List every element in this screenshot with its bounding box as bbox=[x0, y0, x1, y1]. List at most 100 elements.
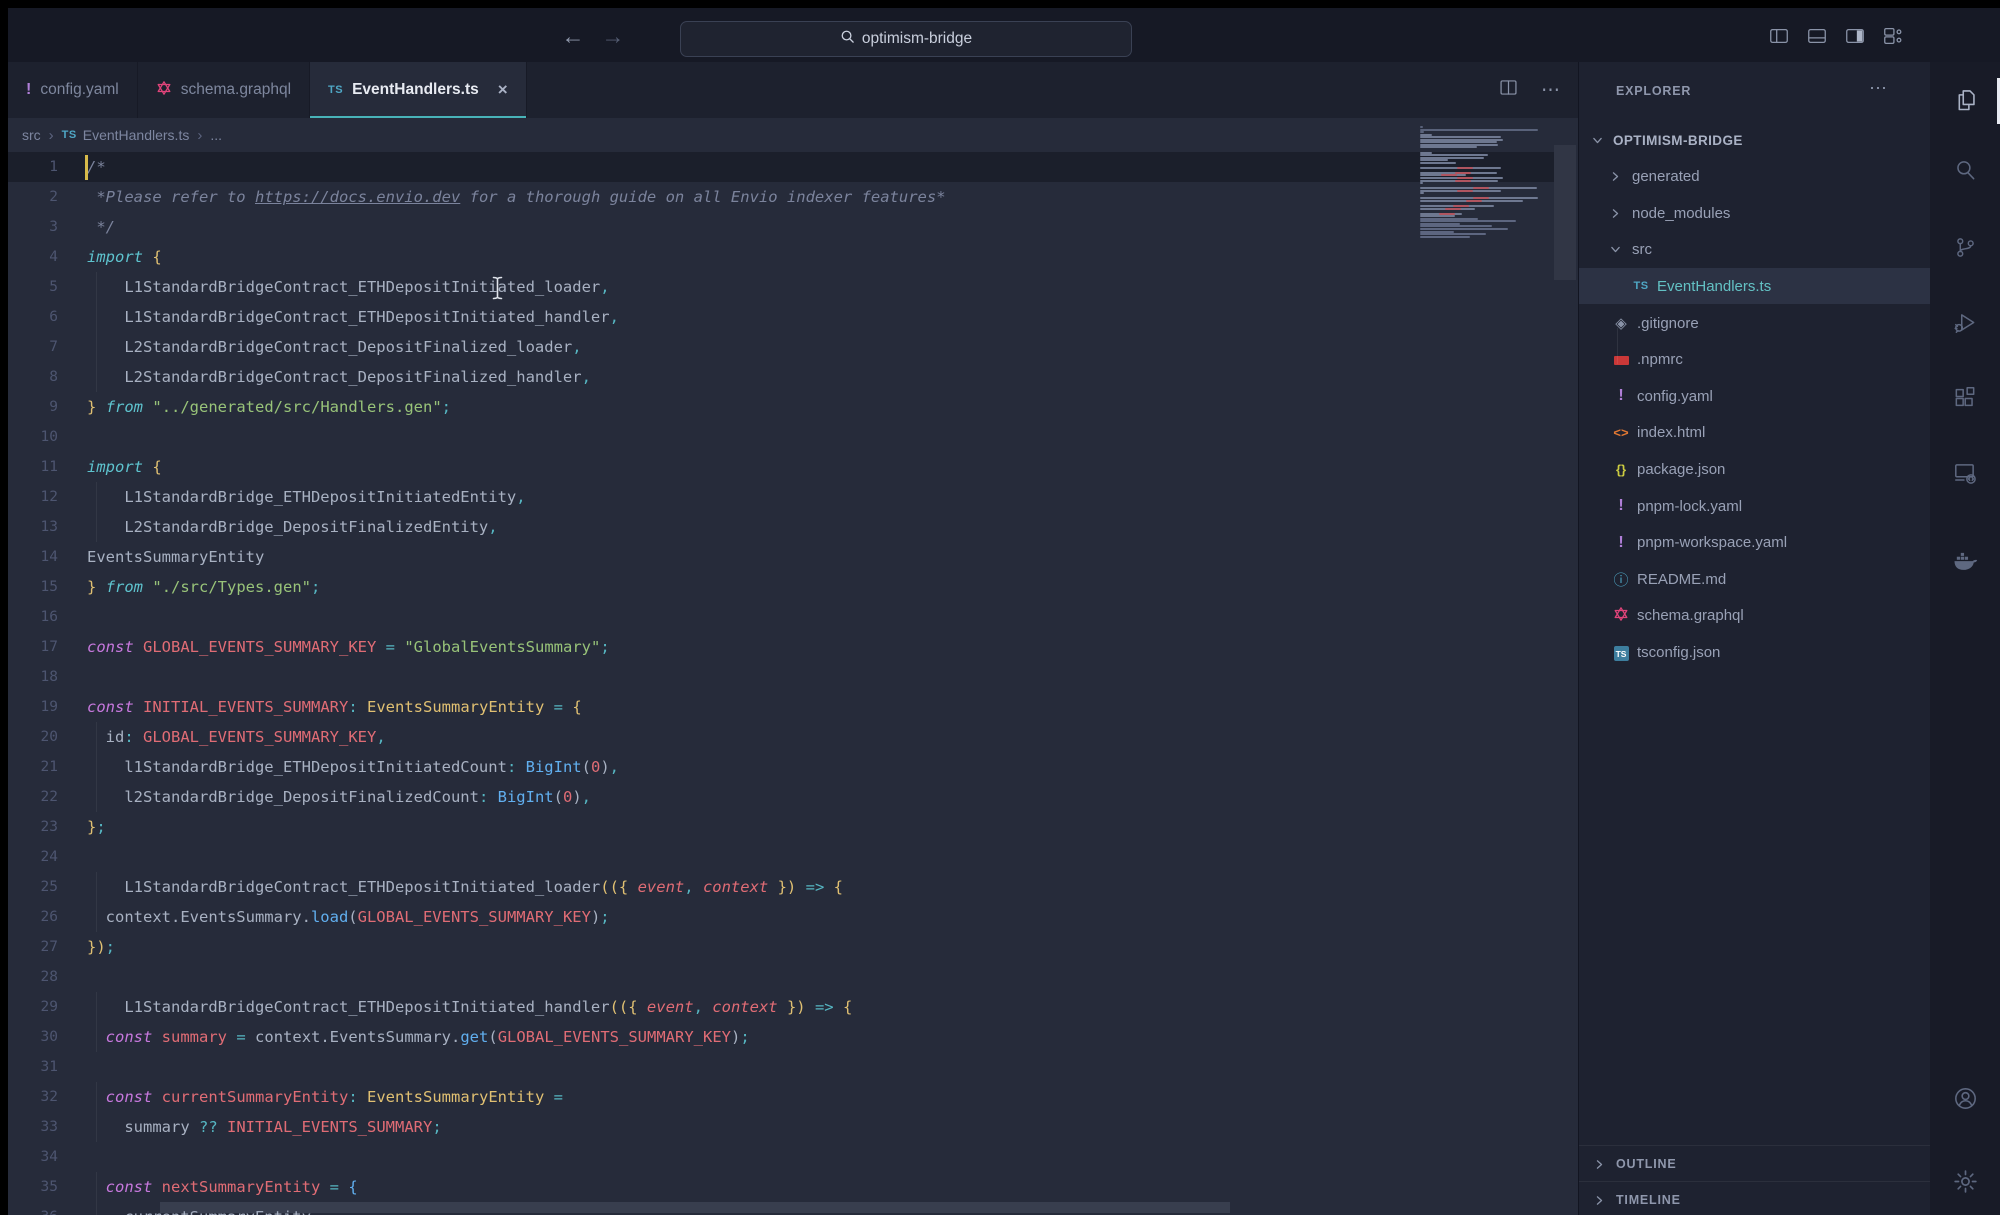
code-line-25[interactable]: 25 L1StandardBridgeContract_ETHDepositIn… bbox=[8, 872, 1578, 902]
code-line-10[interactable]: 10 bbox=[8, 422, 1578, 452]
customize-layout-icon[interactable] bbox=[1882, 25, 1904, 47]
tab-schema.graphql[interactable]: schema.graphql bbox=[138, 62, 310, 118]
tree-item-.gitignore[interactable]: ◈.gitignore bbox=[1579, 305, 1931, 341]
tree-item-src[interactable]: src bbox=[1579, 232, 1931, 268]
code-line-2[interactable]: 2 *Please refer to https://docs.envio.de… bbox=[8, 182, 1578, 212]
forward-arrow-icon[interactable]: → bbox=[596, 19, 630, 53]
code-line-7[interactable]: 7 L2StandardBridgeContract_DepositFinali… bbox=[8, 332, 1578, 362]
tree-item-EventHandlers.ts[interactable]: TSEventHandlers.ts bbox=[1579, 268, 1931, 304]
line-content: import { bbox=[87, 242, 162, 272]
code-line-35[interactable]: 35 const nextSummaryEntity = { bbox=[8, 1172, 1578, 1202]
code-editor[interactable]: 1/*2 *Please refer to https://docs.envio… bbox=[8, 152, 1578, 1215]
tree-item-OPTIMISM-BRIDGE[interactable]: OPTIMISM-BRIDGE bbox=[1579, 122, 1931, 158]
code-line-18[interactable]: 18 bbox=[8, 662, 1578, 692]
command-center-search[interactable]: optimism-bridge bbox=[680, 21, 1132, 57]
code-line-14[interactable]: 14EventsSummaryEntity bbox=[8, 542, 1578, 572]
code-line-16[interactable]: 16 bbox=[8, 602, 1578, 632]
tree-item-package.json[interactable]: {}package.json bbox=[1579, 451, 1931, 487]
remote-explorer-icon[interactable] bbox=[1930, 449, 2000, 497]
code-line-8[interactable]: 8 L2StandardBridgeContract_DepositFinali… bbox=[8, 362, 1578, 392]
code-line-34[interactable]: 34 bbox=[8, 1142, 1578, 1172]
tree-item-.npmrc[interactable]: .npmrc bbox=[1579, 342, 1931, 378]
minimap-line bbox=[1420, 136, 1501, 138]
code-line-29[interactable]: 29 L1StandardBridgeContract_ETHDepositIn… bbox=[8, 992, 1578, 1022]
tree-item-node_modules[interactable]: node_modules bbox=[1579, 195, 1931, 231]
section-outline[interactable]: OUTLINE bbox=[1579, 1145, 1931, 1182]
code-line-23[interactable]: 23}; bbox=[8, 812, 1578, 842]
code-line-21[interactable]: 21 l1StandardBridge_ETHDepositInitiatedC… bbox=[8, 752, 1578, 782]
minimap-accent bbox=[1457, 167, 1473, 169]
code-line-17[interactable]: 17const GLOBAL_EVENTS_SUMMARY_KEY = "Glo… bbox=[8, 632, 1578, 662]
code-line-9[interactable]: 9} from "../generated/src/Handlers.gen"; bbox=[8, 392, 1578, 422]
code-line-15[interactable]: 15} from "./src/Types.gen"; bbox=[8, 572, 1578, 602]
toggle-panel-left-icon[interactable] bbox=[1768, 25, 1790, 47]
code-line-30[interactable]: 30 const summary = context.EventsSummary… bbox=[8, 1022, 1578, 1052]
code-line-1[interactable]: 1/* bbox=[8, 152, 1578, 182]
code-line-4[interactable]: 4import { bbox=[8, 242, 1578, 272]
horizontal-scrollbar[interactable] bbox=[160, 1202, 1230, 1213]
back-arrow-icon[interactable]: ← bbox=[556, 19, 590, 53]
code-line-32[interactable]: 32 const currentSummaryEntity: EventsSum… bbox=[8, 1082, 1578, 1112]
tree-item-pnpm-lock.yaml[interactable]: !pnpm-lock.yaml bbox=[1579, 488, 1931, 524]
source-control-icon[interactable] bbox=[1930, 223, 2000, 271]
minimap-accent bbox=[1453, 205, 1469, 207]
account-icon[interactable] bbox=[1930, 1074, 2000, 1122]
run-debug-icon[interactable] bbox=[1930, 299, 2000, 347]
line-content: L1StandardBridgeContract_ETHDepositIniti… bbox=[87, 302, 619, 332]
line-content: L1StandardBridge_ETHDepositInitiatedEnti… bbox=[87, 482, 526, 512]
chevron-right-icon bbox=[1593, 1158, 1606, 1171]
line-number: 35 bbox=[8, 1172, 58, 1202]
code-line-20[interactable]: 20 id: GLOBAL_EVENTS_SUMMARY_KEY, bbox=[8, 722, 1578, 752]
tab-config.yaml[interactable]: !config.yaml bbox=[8, 62, 138, 118]
tree-item-pnpm-workspace.yaml[interactable]: !pnpm-workspace.yaml bbox=[1579, 525, 1931, 561]
section-timeline[interactable]: TIMELINE bbox=[1579, 1181, 1931, 1215]
tree-item-README.md[interactable]: ⓘREADME.md bbox=[1579, 561, 1931, 597]
toggle-panel-right-icon[interactable] bbox=[1844, 25, 1866, 47]
code-line-24[interactable]: 24 bbox=[8, 842, 1578, 872]
toggle-panel-bottom-icon[interactable] bbox=[1806, 25, 1828, 47]
docker-icon[interactable] bbox=[1930, 536, 2000, 584]
code-line-22[interactable]: 22 l2StandardBridge_DepositFinalizedCoun… bbox=[8, 782, 1578, 812]
code-line-31[interactable]: 31 bbox=[8, 1052, 1578, 1082]
line-content: import { bbox=[87, 452, 162, 482]
current-line-highlight bbox=[8, 152, 1554, 182]
tree-item-config.yaml[interactable]: !config.yaml bbox=[1579, 378, 1931, 414]
explorer-more-actions-icon[interactable]: ⋯ bbox=[1869, 78, 1889, 99]
breadcrumb-item-...[interactable]: ... bbox=[210, 127, 222, 143]
tab-close-icon[interactable]: × bbox=[498, 80, 508, 100]
minimap[interactable] bbox=[1420, 126, 1546, 366]
breadcrumb-item-src[interactable]: src bbox=[22, 127, 41, 143]
tree-item-generated[interactable]: generated bbox=[1579, 159, 1931, 195]
extensions-icon[interactable] bbox=[1930, 374, 2000, 422]
code-line-13[interactable]: 13 L2StandardBridge_DepositFinalizedEnti… bbox=[8, 512, 1578, 542]
code-line-11[interactable]: 11import { bbox=[8, 452, 1578, 482]
code-line-27[interactable]: 27}); bbox=[8, 932, 1578, 962]
tree-item-tsconfig.json[interactable]: TStsconfig.json bbox=[1579, 634, 1931, 670]
search-icon[interactable] bbox=[1930, 146, 2000, 194]
explorer-icon[interactable] bbox=[1930, 76, 2000, 124]
tree-item-index.html[interactable]: <>index.html bbox=[1579, 415, 1931, 451]
code-line-26[interactable]: 26 context.EventsSummary.load(GLOBAL_EVE… bbox=[8, 902, 1578, 932]
tree-item-label: pnpm-workspace.yaml bbox=[1637, 534, 1787, 551]
tree-item-label: config.yaml bbox=[1637, 388, 1713, 405]
code-line-33[interactable]: 33 summary ?? INITIAL_EVENTS_SUMMARY; bbox=[8, 1112, 1578, 1142]
code-line-19[interactable]: 19const INITIAL_EVENTS_SUMMARY: EventsSu… bbox=[8, 692, 1578, 722]
code-line-28[interactable]: 28 bbox=[8, 962, 1578, 992]
vertical-scrollbar[interactable] bbox=[1554, 145, 1576, 280]
code-line-5[interactable]: 5 L1StandardBridgeContract_ETHDepositIni… bbox=[8, 272, 1578, 302]
code-line-12[interactable]: 12 L1StandardBridge_ETHDepositInitiatedE… bbox=[8, 482, 1578, 512]
code-line-6[interactable]: 6 L1StandardBridgeContract_ETHDepositIni… bbox=[8, 302, 1578, 332]
line-number: 1 bbox=[8, 152, 58, 182]
minimap-line bbox=[1420, 228, 1508, 230]
tab-EventHandlers.ts[interactable]: TSEventHandlers.ts× bbox=[310, 62, 527, 118]
section-label: OUTLINE bbox=[1616, 1157, 1676, 1171]
breadcrumb-item-EventHandlers.ts[interactable]: TSEventHandlers.ts bbox=[62, 127, 190, 143]
line-number: 32 bbox=[8, 1082, 58, 1112]
tree-item-schema.graphql[interactable]: schema.graphql bbox=[1579, 598, 1931, 634]
line-content: L2StandardBridge_DepositFinalizedEntity, bbox=[87, 512, 498, 542]
editor-more-actions-icon[interactable]: ⋯ bbox=[1541, 79, 1560, 102]
line-number: 31 bbox=[8, 1052, 58, 1082]
settings-icon[interactable] bbox=[1930, 1157, 2000, 1205]
split-editor-icon[interactable] bbox=[1498, 77, 1519, 103]
code-line-3[interactable]: 3 */ bbox=[8, 212, 1578, 242]
